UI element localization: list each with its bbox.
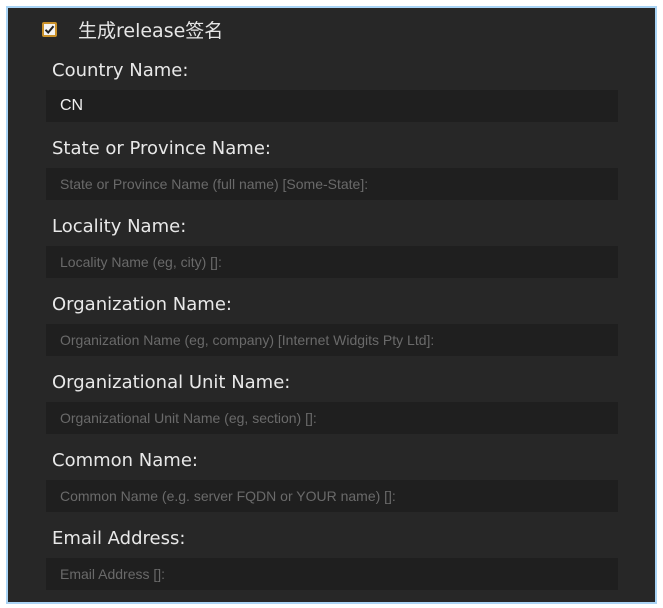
panel-content: 生成release签名 Country Name: State or Provi… [8,8,655,602]
state-province-name-input[interactable] [46,168,618,200]
field-common-name: Common Name: [46,448,618,512]
organizational-unit-name-input[interactable] [46,402,618,434]
email-address-input[interactable] [46,558,618,590]
organization-name-input[interactable] [46,324,618,356]
checkmark-icon [44,25,55,34]
field-state-province-name: State or Province Name: [46,136,618,200]
field-locality-name: Locality Name: [46,214,618,278]
common-name-label: Common Name: [52,450,198,471]
organizational-unit-name-label: Organizational Unit Name: [52,372,291,393]
state-province-name-label: State or Province Name: [52,138,271,159]
country-name-label: Country Name: [52,60,189,81]
release-signature-option[interactable]: 生成release签名 [42,16,223,42]
organization-name-label: Organization Name: [52,294,232,315]
field-organization-name: Organization Name: [46,292,618,356]
signing-panel: 生成release签名 Country Name: State or Provi… [6,6,657,604]
field-organizational-unit-name: Organizational Unit Name: [46,370,618,434]
release-checkbox[interactable] [42,21,57,37]
country-name-input[interactable] [46,90,618,122]
common-name-input[interactable] [46,480,618,512]
locality-name-input[interactable] [46,246,618,278]
email-address-label: Email Address: [52,528,186,549]
release-checkbox-label: 生成release签名 [78,19,224,42]
field-country-name: Country Name: [46,58,618,122]
field-email-address: Email Address: [46,526,618,590]
locality-name-label: Locality Name: [52,216,187,237]
